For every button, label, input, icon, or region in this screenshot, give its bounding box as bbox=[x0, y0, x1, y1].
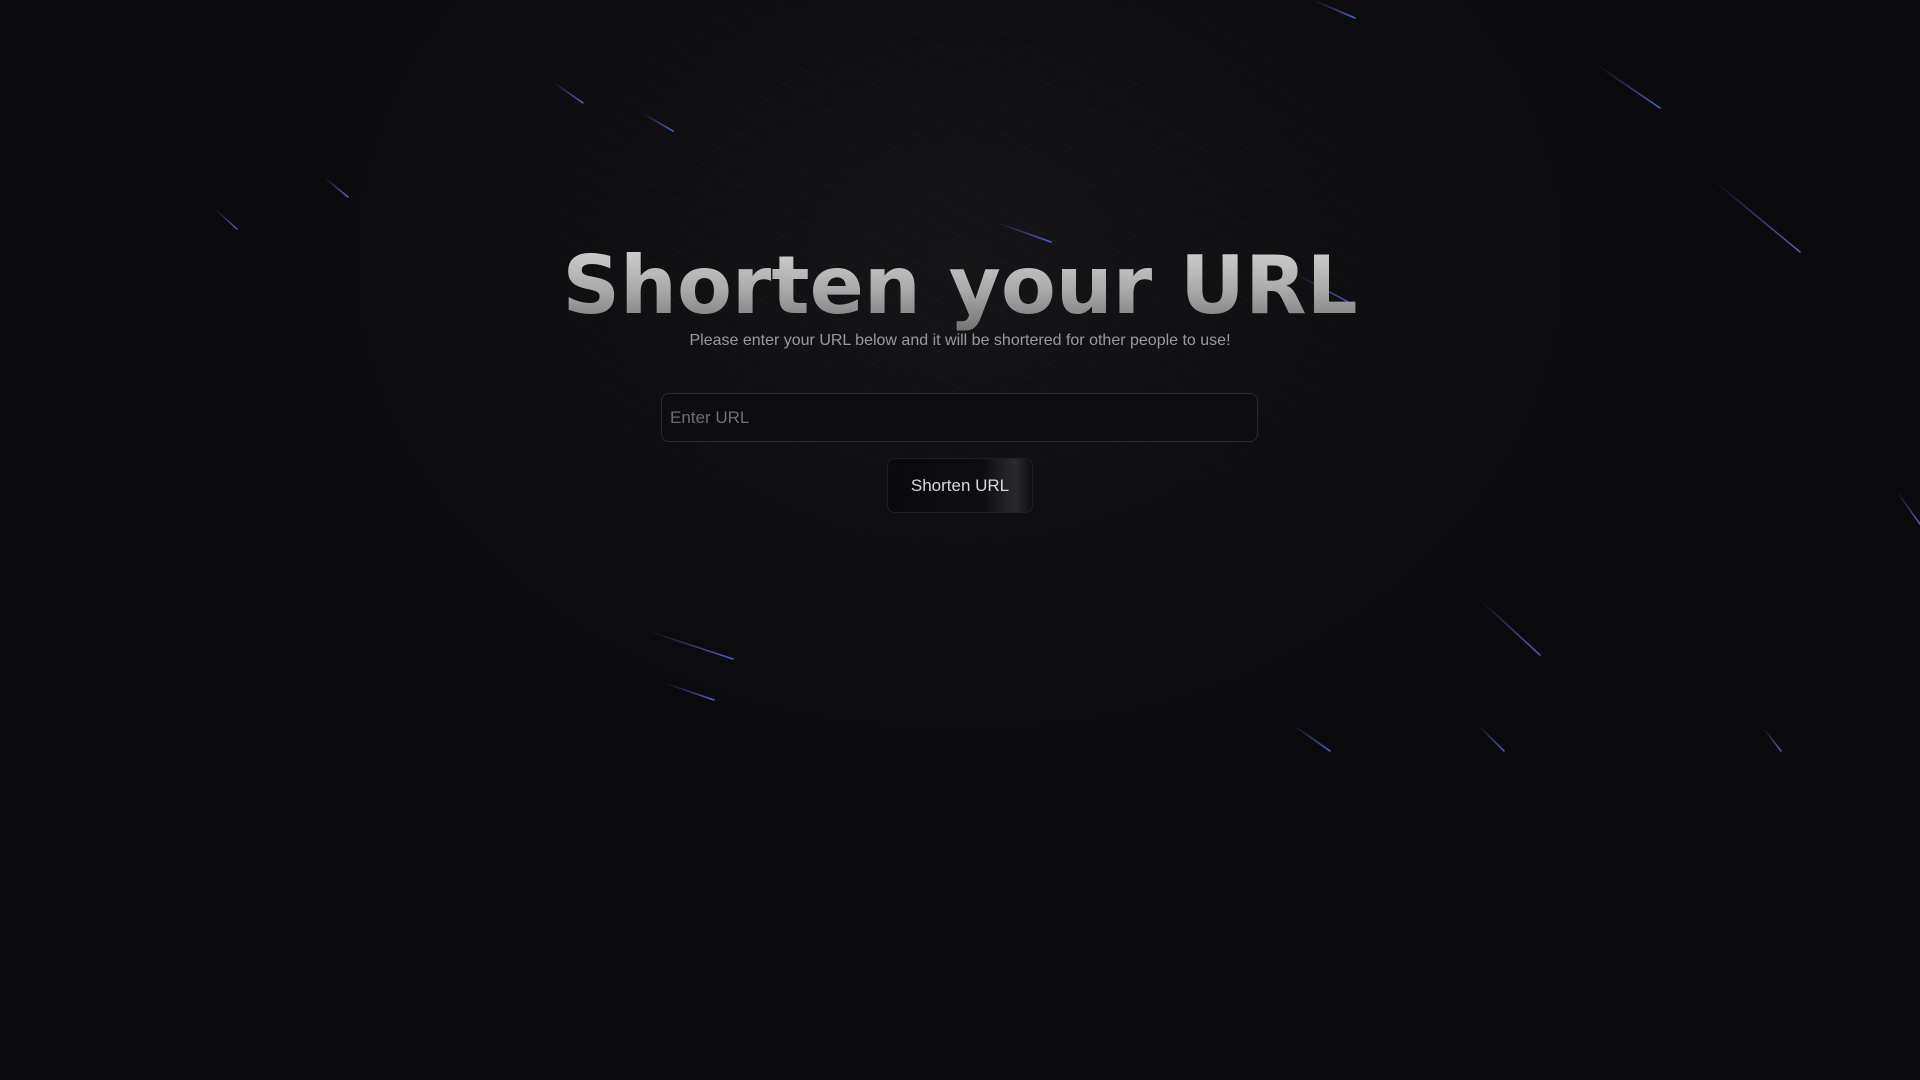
streak bbox=[664, 682, 715, 701]
streak bbox=[1478, 598, 1541, 656]
streak bbox=[1292, 724, 1331, 752]
url-input[interactable] bbox=[661, 393, 1258, 442]
streak bbox=[1896, 491, 1920, 525]
streak bbox=[1763, 728, 1782, 752]
background-streaks bbox=[214, 0, 1920, 752]
streak bbox=[647, 630, 734, 660]
streak bbox=[641, 112, 674, 132]
shorten-url-button[interactable]: Shorten URL bbox=[887, 458, 1033, 513]
streak bbox=[552, 81, 584, 104]
streak bbox=[1596, 64, 1661, 109]
page: Shorten your URL Please enter your URL b… bbox=[0, 0, 1920, 1080]
streak bbox=[214, 208, 238, 230]
page-subtitle: Please enter your URL below and it will … bbox=[689, 332, 1231, 349]
page-title: Shorten your URL bbox=[0, 238, 1920, 334]
streak bbox=[324, 177, 349, 198]
streak bbox=[1477, 724, 1505, 752]
streak bbox=[1312, 0, 1356, 19]
